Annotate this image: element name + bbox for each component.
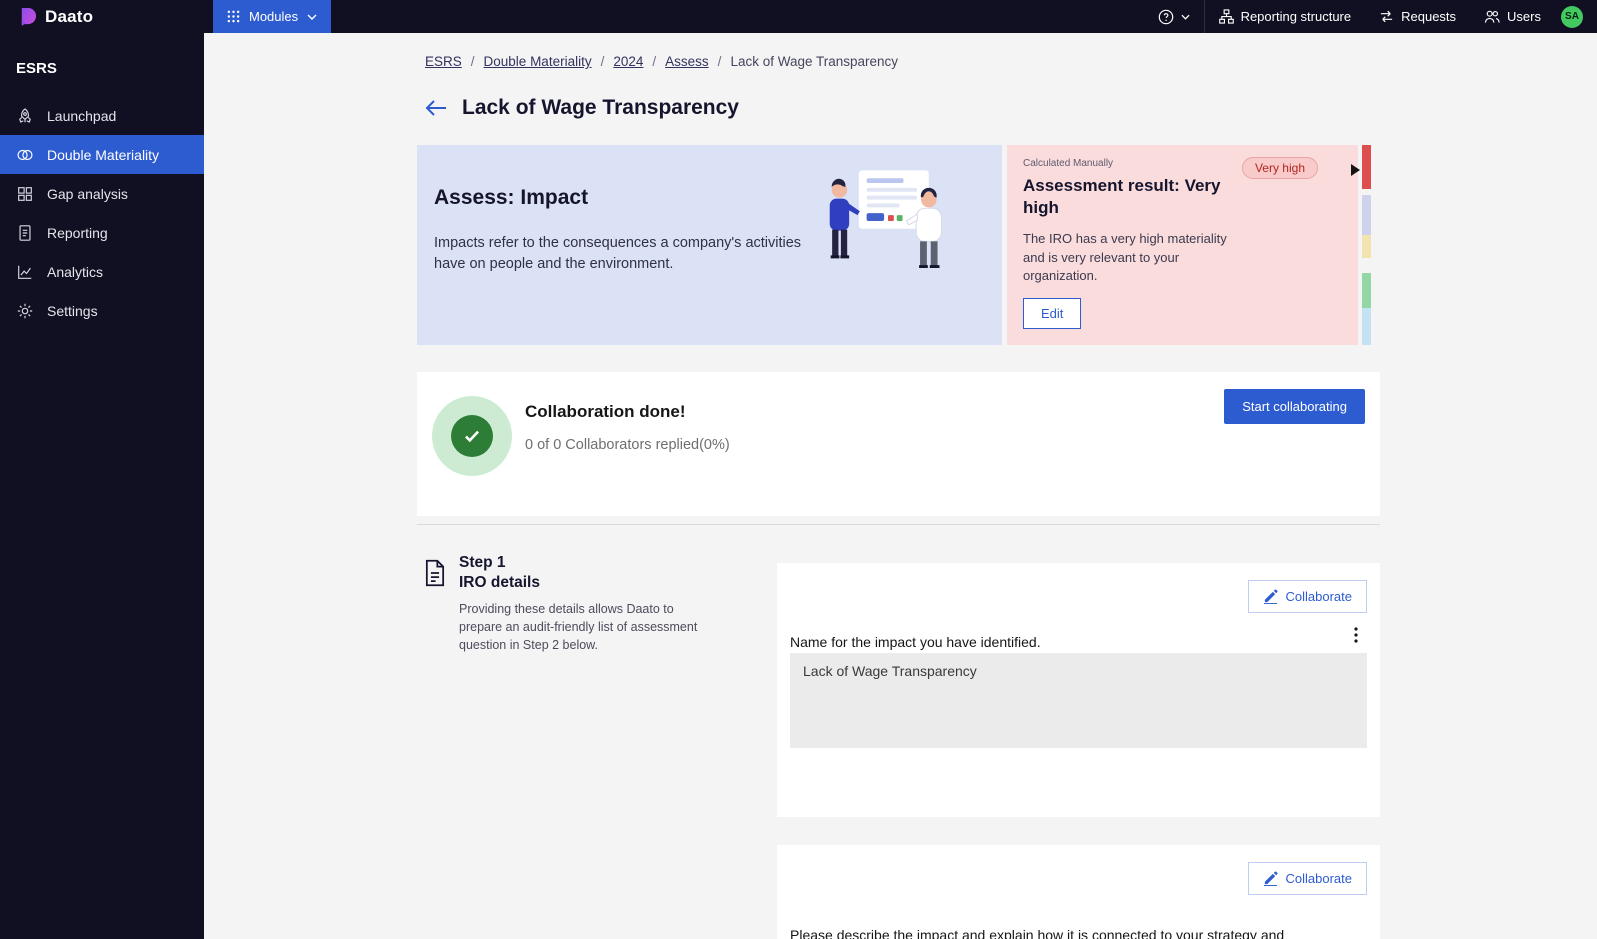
step-description: Providing these details allows Daato to … <box>459 602 698 652</box>
requests-label: Requests <box>1401 9 1457 24</box>
chevron-down-icon <box>1181 14 1190 20</box>
breadcrumb-separator: / <box>717 54 722 69</box>
users-button[interactable]: Users <box>1470 0 1555 33</box>
requests-button[interactable]: Requests <box>1365 0 1470 33</box>
question-circle-icon <box>1158 9 1174 25</box>
people-documents-illustration <box>820 161 956 277</box>
success-circle <box>432 396 512 476</box>
daato-logo-icon <box>18 7 37 26</box>
sidebar-item-reporting[interactable]: Reporting <box>0 213 204 252</box>
collaborate-button[interactable]: Collaborate <box>1247 580 1367 613</box>
edit-button[interactable]: Edit <box>1023 297 1082 329</box>
pencil-icon <box>1263 589 1278 604</box>
result-description: The IRO has a very high materiality and … <box>1023 231 1227 284</box>
breadcrumb-separator: / <box>470 54 475 69</box>
breadcrumb-current: Lack of Wage Transparency <box>730 54 899 69</box>
severity-badge: Very high <box>1241 157 1318 179</box>
sidebar-item-label: Gap analysis <box>47 185 128 202</box>
collaborate-label: Collaborate <box>1285 589 1353 604</box>
overflow-menu-button[interactable] <box>1350 623 1362 647</box>
page-title: Lack of Wage Transparency <box>462 96 739 119</box>
sidebar-item-settings[interactable]: Settings <box>0 291 204 330</box>
grid-icon <box>16 185 34 203</box>
iro-name-input[interactable]: Lack of Wage Transparency <box>790 653 1367 748</box>
venn-circles-icon <box>16 146 34 164</box>
breadcrumb-separator: / <box>652 54 657 69</box>
expand-panel-button[interactable] <box>1351 164 1360 176</box>
assess-impact-card: Assess: Impact Impacts refer to the cons… <box>417 145 1002 345</box>
title-row: Lack of Wage Transparency <box>425 96 739 120</box>
sidebar-item-launchpad[interactable]: Launchpad <box>0 96 204 135</box>
sidebar-item-label: Settings <box>47 302 98 319</box>
arrow-left-icon <box>425 99 447 117</box>
breadcrumb-2024[interactable]: 2024 <box>613 54 643 69</box>
two-people-icon <box>1484 9 1500 24</box>
avatar[interactable]: SA <box>1561 5 1583 28</box>
severity-seg-red <box>1362 145 1371 189</box>
severity-seg-blue <box>1362 308 1371 345</box>
hierarchy-icon <box>1218 9 1234 24</box>
topbar-right: Reporting structure Requests Users SA <box>1144 0 1597 33</box>
breadcrumb-assess[interactable]: Assess <box>665 54 709 69</box>
sidebar-item-label: Analytics <box>47 263 104 280</box>
section-divider <box>417 524 1380 525</box>
step-title: IRO details <box>459 574 540 591</box>
modules-button[interactable]: Modules <box>213 0 332 33</box>
step-number: Step 1 <box>459 554 506 571</box>
sidebar-item-double-materiality[interactable]: Double Materiality <box>0 135 204 174</box>
document-lines-icon <box>423 559 447 587</box>
iro-description-card: Collaborate Please describe the impact a… <box>777 845 1380 939</box>
severity-scale-strip <box>1362 145 1371 345</box>
pencil-icon <box>1263 871 1278 886</box>
assess-card-description: Impacts refer to the consequences a comp… <box>434 235 802 273</box>
collaboration-card: Collaboration done! 0 of 0 Collaborators… <box>417 372 1380 516</box>
brand: Daato <box>0 7 204 27</box>
sidebar-item-gap-analysis[interactable]: Gap analysis <box>0 174 204 213</box>
breadcrumb-separator: / <box>600 54 605 69</box>
modules-label: Modules <box>249 9 299 24</box>
breadcrumb-double-materiality[interactable]: Double Materiality <box>484 54 592 69</box>
topbar: Daato Modules Reporting structure Reques… <box>0 0 1597 33</box>
sidebar-item-label: Launchpad <box>47 107 117 124</box>
collaborate-label: Collaborate <box>1285 871 1353 886</box>
collaborate-button[interactable]: Collaborate <box>1247 862 1367 895</box>
chevron-down-icon <box>307 14 317 20</box>
sidebar-section-title: ESRS <box>16 60 57 77</box>
severity-seg-purple <box>1362 195 1371 235</box>
grid-dots-icon <box>227 10 240 23</box>
collaboration-title: Collaboration done! <box>525 402 686 421</box>
sidebar-item-label: Reporting <box>47 224 108 241</box>
brand-name: Daato <box>45 6 94 26</box>
sidebar: ESRS Launchpad Double Materiality Gap an… <box>0 33 204 939</box>
breadcrumb: ESRS / Double Materiality / 2024 / Asses… <box>425 54 898 69</box>
iro-description-label: Please describe the impact and explain h… <box>790 927 1285 939</box>
result-title: Assessment result: Very high <box>1023 176 1221 218</box>
help-menu-button[interactable] <box>1144 0 1204 33</box>
sidebar-item-label: Double Materiality <box>47 146 160 163</box>
assessment-result-card: Calculated Manually Very high Assessment… <box>1007 145 1358 345</box>
back-button[interactable] <box>425 99 447 117</box>
breadcrumb-esrs[interactable]: ESRS <box>425 54 462 69</box>
severity-seg-yellow <box>1362 235 1371 258</box>
app-window: Daato Modules Reporting structure Reques… <box>0 0 1597 939</box>
exchange-arrows-icon <box>1379 9 1394 24</box>
rocket-icon <box>16 107 34 125</box>
gear-icon <box>16 302 34 320</box>
collaboration-subtitle: 0 of 0 Collaborators replied(0%) <box>525 437 730 453</box>
users-label: Users <box>1507 9 1541 24</box>
reporting-structure-label: Reporting structure <box>1240 9 1352 24</box>
iro-name-label: Name for the impact you have identified. <box>790 634 1041 650</box>
sidebar-item-analytics[interactable]: Analytics <box>0 252 204 291</box>
reporting-structure-button[interactable]: Reporting structure <box>1205 0 1366 33</box>
checkmark-icon <box>451 415 493 457</box>
line-chart-icon <box>16 263 34 281</box>
severity-seg-green <box>1362 273 1371 308</box>
main-content: ESRS / Double Materiality / 2024 / Asses… <box>204 33 1597 939</box>
iro-name-card: Collaborate Name for the impact you have… <box>777 563 1380 817</box>
document-icon <box>16 224 34 242</box>
start-collaborating-button[interactable]: Start collaborating <box>1224 389 1365 424</box>
